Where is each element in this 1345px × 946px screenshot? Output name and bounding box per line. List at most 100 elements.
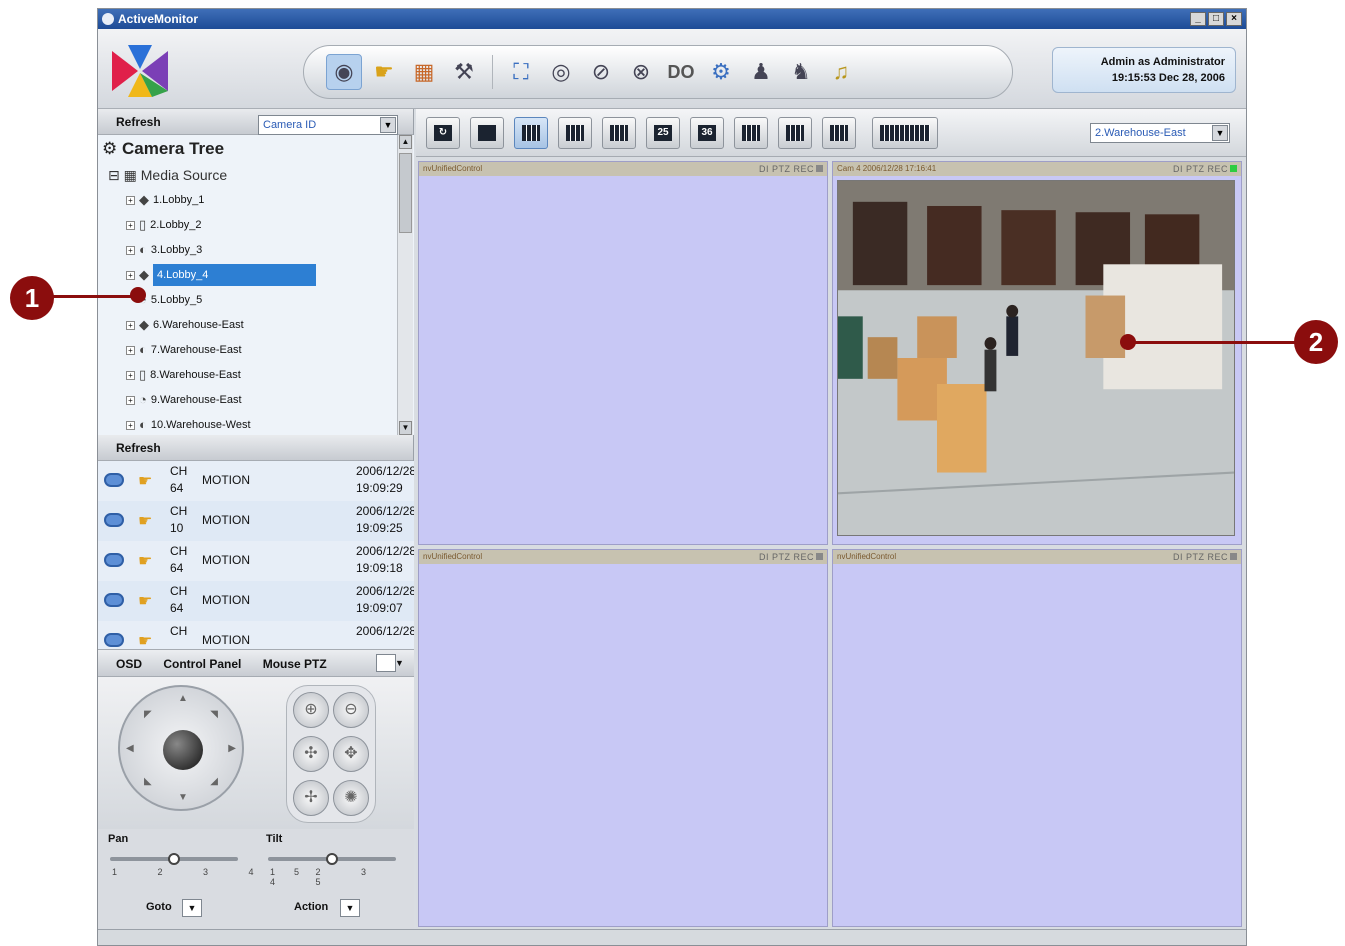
iris-open-button[interactable]: ✢: [293, 780, 329, 816]
event-row[interactable]: ☛ CH 64 MOTION 2006/12/28 19:09:18: [98, 541, 414, 581]
event-row[interactable]: ☛ CH 10 MOTION 2006/12/28 19:09:25: [98, 501, 414, 541]
hand-pointer-icon[interactable]: ☛: [138, 551, 152, 571]
tree-item[interactable]: + ◐ 7.Warehouse-East: [126, 339, 242, 361]
maximize-button[interactable]: □: [1208, 12, 1224, 26]
tab-control-panel[interactable]: Control Panel: [163, 657, 241, 671]
event-row[interactable]: ☛ CH 64 MOTION 2006/12/28 19:09:29: [98, 461, 414, 501]
live-view-button[interactable]: ◉: [326, 54, 362, 90]
group-select[interactable]: 2.Warehouse-East ▼: [1090, 123, 1230, 143]
goto-dropdown[interactable]: ▼: [182, 899, 202, 917]
close-button[interactable]: ×: [1226, 12, 1242, 26]
view-event-icon[interactable]: [104, 593, 124, 607]
events-refresh-button[interactable]: Refresh: [116, 441, 161, 455]
right-arrow-icon[interactable]: ▶: [228, 743, 236, 754]
layout-custom-1-button[interactable]: [734, 117, 768, 149]
tree-item-selected[interactable]: + ◆ 4.Lobby_4: [126, 264, 317, 286]
down-arrow-icon[interactable]: ▼: [178, 792, 188, 803]
event-button[interactable]: ☛: [366, 54, 402, 90]
tilt-slider-knob[interactable]: [326, 853, 338, 865]
video-cell[interactable]: nvUnifiedControl DI PTZ REC: [418, 549, 828, 927]
expand-icon[interactable]: +: [126, 195, 135, 205]
expand-icon[interactable]: +: [126, 245, 135, 255]
expand-icon[interactable]: +: [126, 320, 135, 330]
up-right-arrow-icon[interactable]: ◥: [210, 709, 218, 720]
event-row[interactable]: ☛ CH MOTION 2006/12/28: [98, 621, 414, 649]
tree-item[interactable]: + ◔ 9.Warehouse-East: [126, 389, 242, 411]
fullscreen-button[interactable]: ⛶: [503, 54, 539, 90]
tree-item[interactable]: + ◆ 6.Warehouse-East: [126, 314, 244, 336]
view-event-icon[interactable]: [104, 513, 124, 527]
cycle-view-button[interactable]: ↻: [426, 117, 460, 149]
expand-icon[interactable]: +: [126, 220, 135, 230]
tree-item[interactable]: + ◐ 3.Lobby_3: [126, 239, 202, 261]
view-event-icon[interactable]: [104, 473, 124, 487]
hand-pointer-icon[interactable]: ☛: [138, 631, 152, 649]
hand-pointer-icon[interactable]: ☛: [138, 591, 152, 611]
focus-near-button[interactable]: ✣: [293, 736, 329, 772]
scroll-down-icon[interactable]: ▼: [399, 421, 412, 435]
snapshot-button[interactable]: ◎: [543, 54, 579, 90]
video-cell[interactable]: nvUnifiedControl DI PTZ REC: [418, 161, 828, 545]
tools-button[interactable]: ⚒: [446, 54, 482, 90]
tree-item[interactable]: + ▯ 2.Lobby_2: [126, 214, 202, 236]
scroll-up-icon[interactable]: ▲: [399, 135, 412, 149]
up-left-arrow-icon[interactable]: ◤: [144, 709, 152, 720]
pan-slider-knob[interactable]: [168, 853, 180, 865]
iris-close-button[interactable]: ✺: [333, 780, 369, 816]
ptz-direction-pad[interactable]: ▲ ▼ ◀ ▶ ◤ ◥ ◣ ◢: [118, 685, 244, 811]
expand-icon[interactable]: +: [126, 370, 135, 380]
expand-icon[interactable]: +: [126, 345, 135, 355]
minimize-button[interactable]: _: [1190, 12, 1206, 26]
tree-item[interactable]: + ▯ 8.Warehouse-East: [126, 364, 241, 386]
layout-custom-3-button[interactable]: [822, 117, 856, 149]
layout-36-button[interactable]: 36: [690, 117, 724, 149]
expand-icon[interactable]: +: [126, 395, 135, 405]
expand-icon[interactable]: +: [126, 420, 135, 430]
tree-refresh-button[interactable]: Refresh: [116, 115, 161, 129]
action-dropdown[interactable]: ▼: [340, 899, 360, 917]
tree-item[interactable]: + ◆ 1.Lobby_1: [126, 189, 204, 211]
video-cell-active[interactable]: Cam 4 2006/12/28 17:16:41 DI PTZ REC: [832, 161, 1242, 545]
focus-far-button[interactable]: ✥: [333, 736, 369, 772]
media-source-node[interactable]: ⊟ ▦ Media Source: [108, 167, 227, 184]
control-mode-dropdown[interactable]: ▼: [376, 654, 404, 672]
down-left-arrow-icon[interactable]: ◣: [144, 776, 152, 787]
down-right-arrow-icon[interactable]: ◢: [210, 776, 218, 787]
settings-button[interactable]: ⚙: [703, 54, 739, 90]
chevron-down-icon[interactable]: ▼: [1212, 125, 1228, 141]
joystick-button[interactable]: ♟: [743, 54, 779, 90]
view-event-icon[interactable]: [104, 633, 124, 647]
layout-1-button[interactable]: [470, 117, 504, 149]
ptz-button[interactable]: ♞: [783, 54, 819, 90]
hand-pointer-icon[interactable]: ☛: [138, 471, 152, 491]
tree-item[interactable]: + ◐ 10.Warehouse-West: [126, 414, 251, 435]
zoom-in-button[interactable]: ⊕: [293, 692, 329, 728]
do-button[interactable]: DO: [663, 54, 699, 90]
up-arrow-icon[interactable]: ▲: [178, 693, 188, 704]
mini-layouts-button[interactable]: [872, 117, 938, 149]
view-event-icon[interactable]: [104, 553, 124, 567]
digital-output-button[interactable]: ⊘: [583, 54, 619, 90]
joystick-knob[interactable]: [163, 730, 203, 770]
layout-4-button[interactable]: [514, 117, 548, 149]
event-row[interactable]: ☛ CH 64 MOTION 2006/12/28 19:09:07: [98, 581, 414, 621]
tree-scrollbar[interactable]: ▲ ▼: [397, 135, 413, 435]
scroll-thumb[interactable]: [399, 153, 412, 233]
tab-osd[interactable]: OSD: [116, 657, 142, 671]
expand-icon[interactable]: +: [126, 270, 135, 280]
layout-custom-2-button[interactable]: [778, 117, 812, 149]
left-arrow-icon[interactable]: ◀: [126, 743, 134, 754]
audio-button[interactable]: ♫: [823, 54, 859, 90]
video-cell[interactable]: nvUnifiedControl DI PTZ REC: [832, 549, 1242, 927]
emap-button[interactable]: ▦: [406, 54, 442, 90]
tab-mouse-ptz[interactable]: Mouse PTZ: [263, 657, 327, 671]
layout-25-button[interactable]: 25: [646, 117, 680, 149]
camera-feed-image[interactable]: [837, 180, 1235, 536]
layout-9-button[interactable]: [558, 117, 592, 149]
zoom-out-button[interactable]: ⊖: [333, 692, 369, 728]
layout-16-button[interactable]: [602, 117, 636, 149]
camera-sort-select[interactable]: Camera ID ▼: [258, 115, 398, 135]
hand-pointer-icon[interactable]: ☛: [138, 511, 152, 531]
io-button[interactable]: ⊗: [623, 54, 659, 90]
chevron-down-icon[interactable]: ▼: [380, 117, 396, 133]
